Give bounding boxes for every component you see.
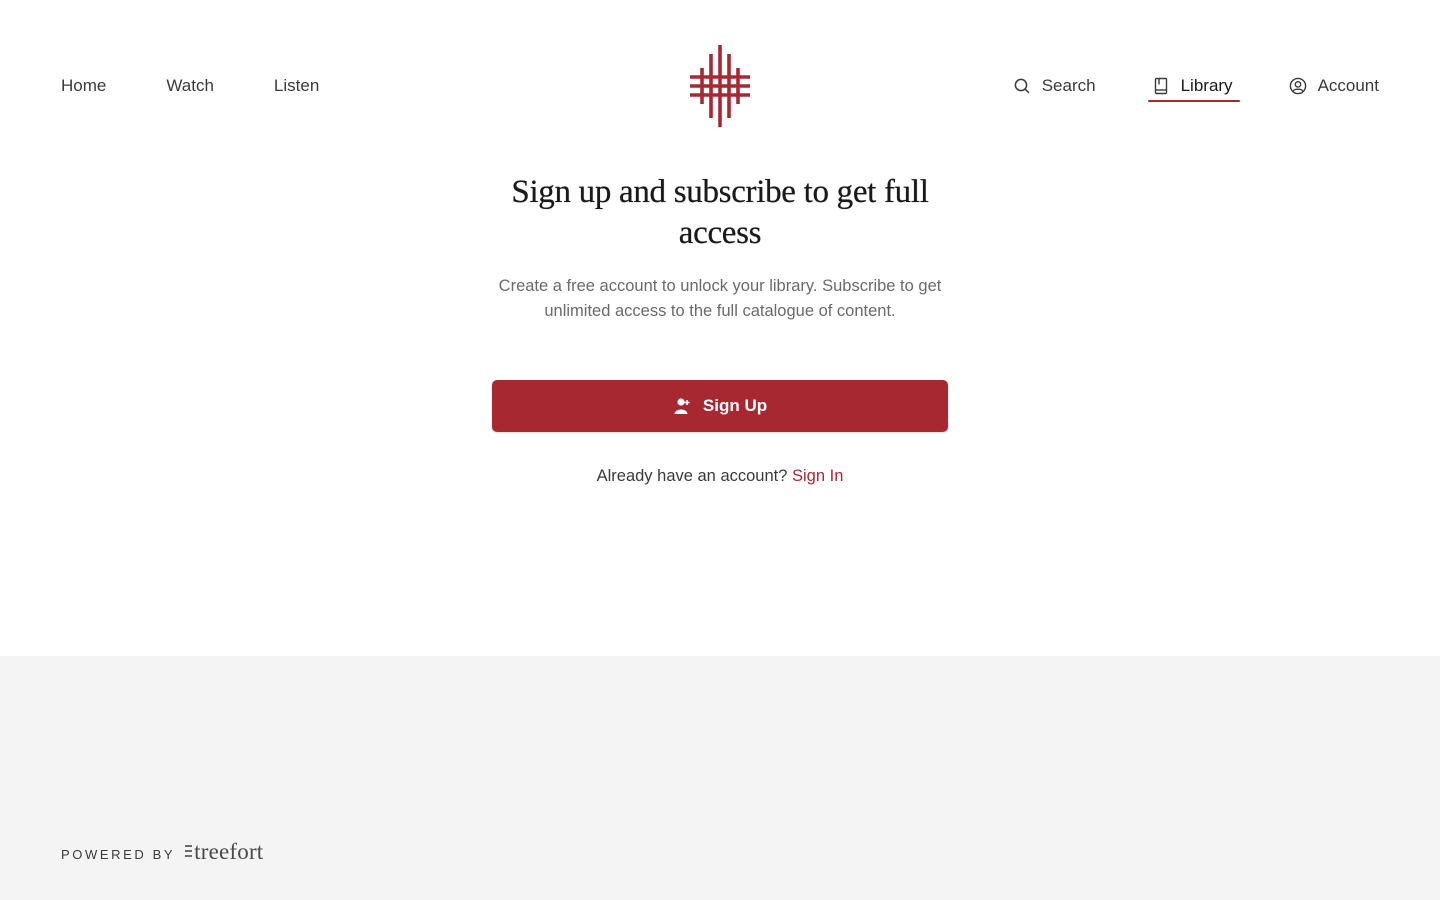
search-icon (1013, 77, 1031, 95)
book-icon (1152, 77, 1170, 95)
nav-library-label[interactable]: Library (1181, 74, 1233, 98)
site-logo[interactable] (689, 44, 751, 128)
primary-nav: Home Watch Listen (61, 74, 379, 98)
sign-up-button-label: Sign Up (702, 396, 768, 415)
main-content: Sign up and subscribe to get full access… (0, 172, 1440, 656)
nav-search[interactable]: Search (1013, 74, 1096, 98)
page-title: Sign up and subscribe to get full access (511, 174, 929, 251)
treefort-brand-name: treefort (194, 839, 264, 864)
sign-in-prompt: Already have an account? Sign In (0, 464, 1440, 488)
powered-by: POWERED BY treefort (61, 839, 263, 865)
nav-account[interactable]: Account (1289, 74, 1379, 98)
nav-watch-link[interactable]: Watch (166, 74, 214, 98)
treefort-logo-icon (183, 843, 193, 859)
page: Home Watch Listen Search Library Account… (0, 0, 1440, 900)
treefort-brand-link[interactable]: treefort (183, 839, 263, 865)
powered-by-label: POWERED BY (61, 847, 176, 862)
nav-listen-link[interactable]: Listen (274, 74, 319, 98)
nav-home-link[interactable]: Home (61, 74, 106, 98)
hashtag-cross-logo-icon (690, 45, 750, 127)
secondary-nav: Search Library Account (1013, 74, 1379, 102)
site-header: Home Watch Listen Search Library Account (0, 0, 1440, 172)
nav-library[interactable]: Library (1147, 74, 1240, 102)
sign-in-prompt-text: Already have an account? (596, 467, 788, 485)
site-footer: POWERED BY treefort (0, 656, 1440, 900)
sign-up-button[interactable]: Sign Up (492, 380, 948, 432)
account-icon (1289, 77, 1307, 95)
nav-account-label[interactable]: Account (1318, 74, 1379, 98)
user-plus-icon (673, 397, 691, 415)
page-description: Create a free account to unlock your lib… (498, 277, 942, 320)
sign-in-link[interactable]: Sign In (792, 467, 843, 485)
nav-search-label[interactable]: Search (1042, 74, 1096, 98)
